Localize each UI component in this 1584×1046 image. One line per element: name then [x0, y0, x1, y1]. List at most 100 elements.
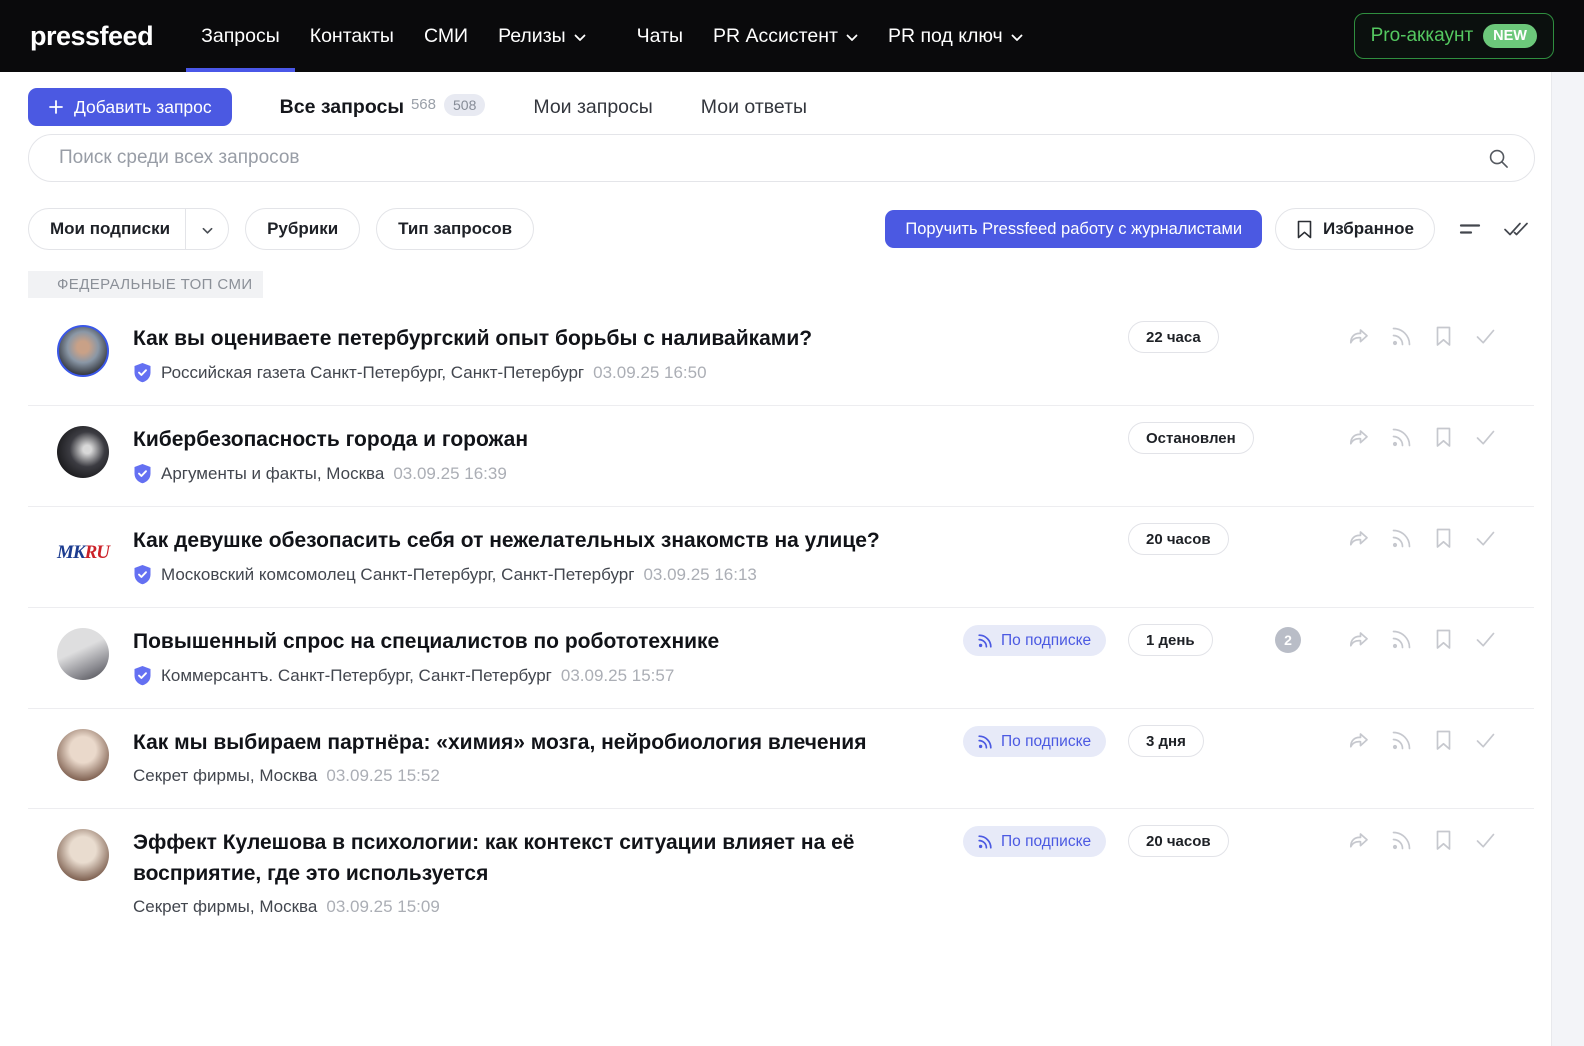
request-source: Московский комсомолец Санкт-Петербург, С…: [133, 564, 1534, 585]
check-icon[interactable]: [1473, 526, 1498, 551]
filter-rubrics[interactable]: Рубрики: [245, 208, 360, 250]
answers-count-badge: 2: [1275, 627, 1301, 653]
list-tools: [1458, 216, 1529, 242]
share-icon[interactable]: [1347, 627, 1372, 652]
bookmark-icon[interactable]: [1431, 425, 1456, 450]
avatar[interactable]: [57, 325, 109, 377]
mark-all-read-icon[interactable]: [1503, 216, 1529, 242]
bookmark-icon[interactable]: [1431, 728, 1456, 753]
request-datetime: 03.09.25 15:57: [561, 666, 674, 686]
assign-pressfeed-button[interactable]: Поручить Pressfeed работу с журналистами: [885, 210, 1262, 248]
row-actions: [1347, 728, 1498, 753]
row-actions: [1347, 627, 1498, 652]
request-datetime: 03.09.25 16:39: [393, 464, 506, 484]
requests-toolbar: Добавить запрос Все запросы 568 508 Мои …: [28, 72, 1534, 126]
request-tabs: Все запросы 568 508 Мои запросы Мои отве…: [280, 95, 807, 119]
app-logo[interactable]: pressfeed: [30, 21, 153, 52]
nav-item-releases[interactable]: Релизы: [498, 0, 586, 72]
rss-subscribe-icon[interactable]: [1389, 627, 1414, 652]
request-datetime: 03.09.25 15:09: [326, 897, 439, 917]
rss-subscribe-icon[interactable]: [1389, 828, 1414, 853]
request-title[interactable]: Кибербезопасность города и горожан: [133, 424, 888, 455]
request-source: Секрет фирмы, Москва 03.09.25 15:09: [133, 897, 1534, 917]
requests-list: Как вы оцениваете петербургский опыт бор…: [28, 305, 1534, 939]
nav-item-pr-turnkey[interactable]: PR под ключ: [888, 0, 1023, 72]
verified-shield-icon: [133, 362, 152, 383]
check-icon[interactable]: [1473, 627, 1498, 652]
nav-item-requests[interactable]: Запросы: [201, 0, 280, 72]
search-bar: [28, 134, 1534, 182]
chevron-down-icon: [574, 34, 586, 42]
tab-all-requests[interactable]: Все запросы 568 508: [280, 95, 486, 119]
request-title[interactable]: Как вы оцениваете петербургский опыт бор…: [133, 323, 888, 354]
avatar[interactable]: [57, 729, 109, 781]
check-icon[interactable]: [1473, 828, 1498, 853]
tab-count-badge: 508: [444, 94, 485, 116]
chevron-down-icon: [1011, 34, 1023, 42]
tab-my-answers[interactable]: Мои ответы: [701, 95, 807, 119]
request-title[interactable]: Повышенный спрос на специалистов по робо…: [133, 626, 888, 657]
status-badge: Остановлен: [1128, 422, 1254, 454]
row-actions: [1347, 828, 1498, 853]
add-request-button[interactable]: Добавить запрос: [28, 88, 232, 126]
subscription-badge[interactable]: По подписке: [963, 826, 1106, 857]
request-title[interactable]: Как девушке обезопасить себя от нежелате…: [133, 525, 888, 556]
section-label: ФЕДЕРАЛЬНЫЕ ТОП СМИ: [28, 271, 263, 298]
nav-item-contacts[interactable]: Контакты: [310, 0, 394, 72]
new-badge: NEW: [1483, 24, 1537, 48]
check-icon[interactable]: [1473, 425, 1498, 450]
chevron-down-icon: [846, 34, 858, 42]
request-source: Коммерсантъ. Санкт-Петербург, Санкт-Пете…: [133, 665, 1534, 686]
verified-shield-icon: [133, 463, 152, 484]
plus-icon: [48, 99, 64, 115]
request-row: Кибербезопасность города и горожан Аргум…: [28, 405, 1534, 506]
verified-shield-icon: [133, 665, 152, 686]
status-badge: 3 дня: [1128, 725, 1204, 757]
request-datetime: 03.09.25 16:13: [643, 565, 756, 585]
verified-shield-icon: [133, 564, 152, 585]
bookmark-icon[interactable]: [1431, 627, 1456, 652]
subscription-badge[interactable]: По подписке: [963, 726, 1106, 757]
share-icon[interactable]: [1347, 828, 1372, 853]
nav-item-media[interactable]: СМИ: [424, 0, 468, 72]
request-title[interactable]: Эффект Кулешова в психологии: как контек…: [133, 827, 888, 889]
request-datetime: 03.09.25 16:50: [593, 363, 706, 383]
share-icon[interactable]: [1347, 728, 1372, 753]
avatar[interactable]: [57, 829, 109, 881]
request-title[interactable]: Как мы выбираем партнёра: «химия» мозга,…: [133, 727, 888, 758]
filter-my-subscriptions[interactable]: Мои подписки: [28, 208, 229, 250]
request-row: Повышенный спрос на специалистов по робо…: [28, 607, 1534, 708]
request-source: Российская газета Санкт-Петербург, Санкт…: [133, 362, 1534, 383]
avatar[interactable]: [57, 628, 109, 680]
nav-item-chats[interactable]: Чаты: [637, 0, 683, 72]
search-icon[interactable]: [1488, 148, 1509, 169]
rss-subscribe-icon[interactable]: [1389, 728, 1414, 753]
bookmark-icon[interactable]: [1431, 526, 1456, 551]
rss-subscribe-icon[interactable]: [1389, 324, 1414, 349]
nav-item-pr-assistant[interactable]: PR Ассистент: [713, 0, 858, 72]
rss-subscribe-icon[interactable]: [1389, 526, 1414, 551]
bookmark-icon[interactable]: [1431, 324, 1456, 349]
status-badge: 22 часа: [1128, 321, 1219, 353]
search-input[interactable]: [28, 134, 1535, 182]
rss-icon: [978, 634, 992, 648]
request-datetime: 03.09.25 15:52: [326, 766, 439, 786]
main-content: Добавить запрос Все запросы 568 508 Мои …: [0, 72, 1552, 1046]
tab-my-requests[interactable]: Мои запросы: [533, 95, 652, 119]
share-icon[interactable]: [1347, 324, 1372, 349]
subscription-badge[interactable]: По подписке: [963, 625, 1106, 656]
row-actions: [1347, 526, 1498, 551]
row-actions: [1347, 425, 1498, 450]
filter-request-types[interactable]: Тип запросов: [376, 208, 534, 250]
check-icon[interactable]: [1473, 728, 1498, 753]
bookmark-icon[interactable]: [1431, 828, 1456, 853]
avatar-mkru-logo[interactable]: MKRU: [57, 527, 109, 579]
sort-icon[interactable]: [1458, 217, 1482, 241]
share-icon[interactable]: [1347, 526, 1372, 551]
pro-account-button[interactable]: Pro-аккаунт NEW: [1354, 13, 1554, 59]
check-icon[interactable]: [1473, 324, 1498, 349]
avatar[interactable]: [57, 426, 109, 478]
rss-subscribe-icon[interactable]: [1389, 425, 1414, 450]
share-icon[interactable]: [1347, 425, 1372, 450]
favorites-button[interactable]: Избранное: [1275, 208, 1435, 250]
